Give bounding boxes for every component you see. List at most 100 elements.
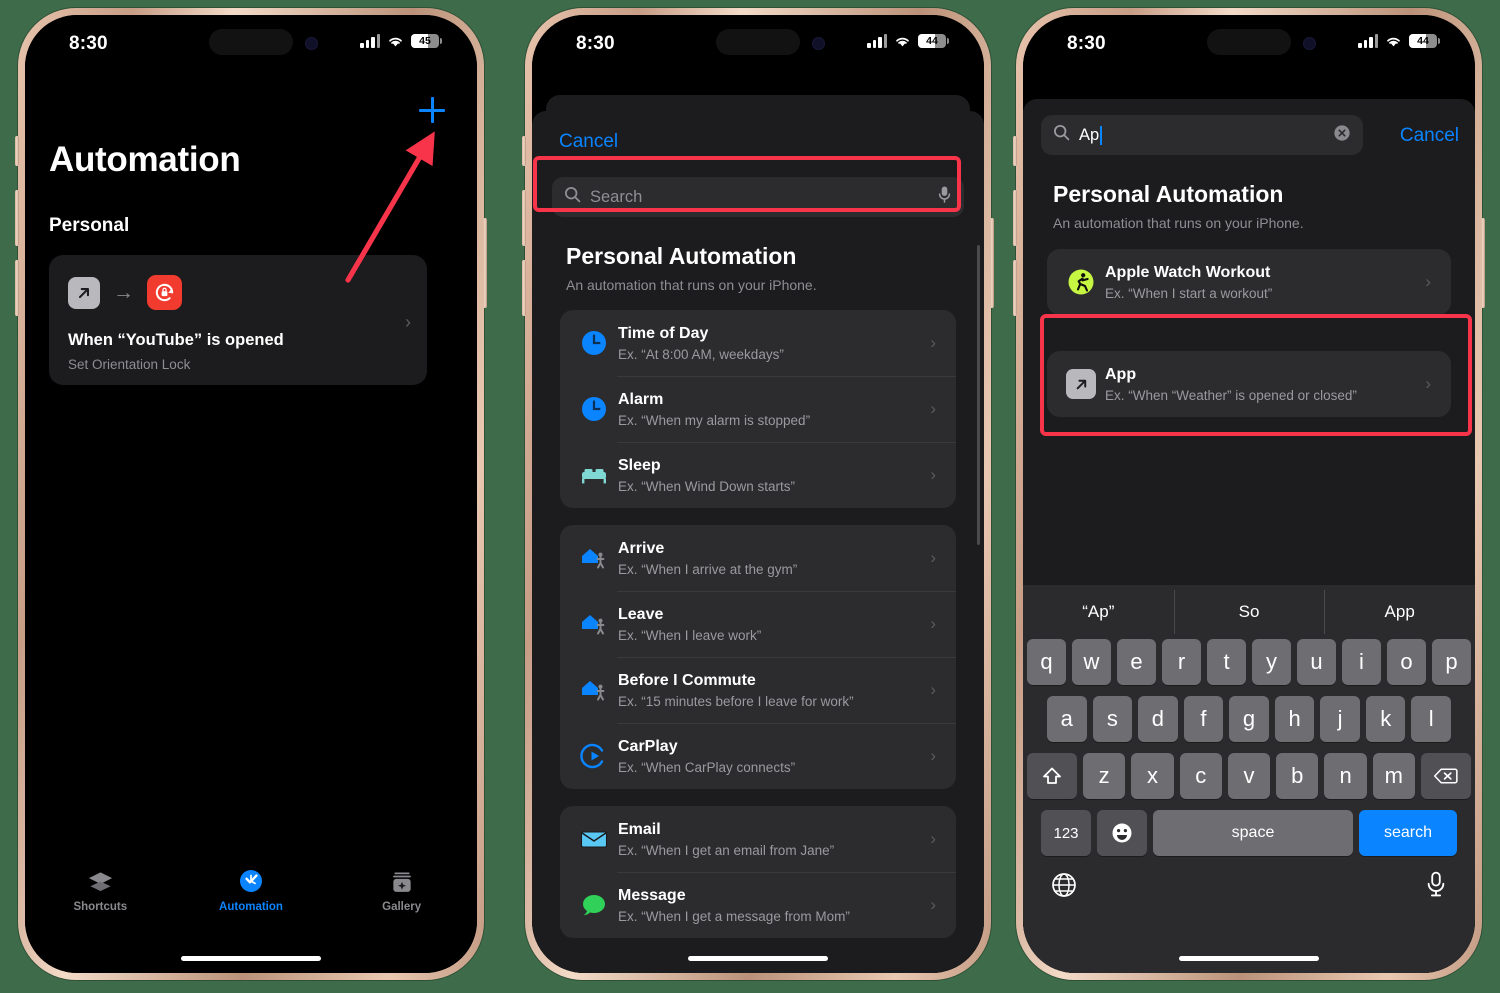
- list-item[interactable]: Before I Commute Ex. “15 minutes before …: [560, 657, 956, 723]
- key-j[interactable]: j: [1320, 696, 1360, 742]
- cellular-signal-icon: [1358, 33, 1378, 48]
- power-button[interactable]: [990, 218, 994, 308]
- key-u[interactable]: u: [1297, 639, 1336, 685]
- key-b[interactable]: b: [1276, 753, 1319, 799]
- home-leave-icon: [570, 610, 618, 638]
- workout-runner-icon: [1057, 267, 1105, 297]
- cancel-button[interactable]: Cancel: [1400, 125, 1459, 147]
- search-field[interactable]: Search: [552, 177, 964, 217]
- key-k[interactable]: k: [1365, 696, 1406, 742]
- search-input[interactable]: Ap: [1079, 125, 1324, 145]
- gallery-sparkle-icon: [390, 869, 414, 895]
- volume-up-button[interactable]: [1013, 190, 1017, 246]
- home-arrive-icon: [570, 544, 618, 572]
- add-automation-button[interactable]: [415, 93, 449, 127]
- home-indicator[interactable]: [1179, 956, 1319, 961]
- list-item[interactable]: Time of Day Ex. “At 8:00 AM, weekdays” ›: [560, 310, 956, 376]
- wifi-icon: [387, 35, 404, 48]
- numbers-key[interactable]: 123: [1041, 810, 1091, 856]
- search-field[interactable]: Ap: [1041, 115, 1363, 155]
- tab-label: Gallery: [382, 901, 422, 913]
- chevron-right-icon: ›: [930, 895, 936, 914]
- key-v[interactable]: v: [1227, 753, 1271, 799]
- list-item[interactable]: Sleep Ex. “When Wind Down starts” ›: [560, 442, 956, 508]
- list-item[interactable]: Email Ex. “When I get an email from Jane…: [560, 806, 956, 872]
- globe-icon[interactable]: [1051, 872, 1077, 903]
- mute-switch[interactable]: [522, 136, 526, 166]
- key-o[interactable]: o: [1387, 639, 1426, 685]
- emoji-smiley-icon[interactable]: [1097, 810, 1147, 856]
- power-button[interactable]: [483, 218, 487, 308]
- wifi-icon: [1385, 35, 1402, 48]
- clear-circle-icon[interactable]: [1333, 124, 1351, 147]
- automation-card[interactable]: → When “YouTube” is opened Set Orientati…: [49, 255, 427, 385]
- volume-down-button[interactable]: [15, 260, 19, 316]
- volume-down-button[interactable]: [522, 260, 526, 316]
- list-item[interactable]: Apple Watch Workout Ex. “When I start a …: [1047, 249, 1451, 315]
- mute-switch[interactable]: [15, 136, 19, 166]
- volume-up-button[interactable]: [522, 190, 526, 246]
- cancel-button[interactable]: Cancel: [559, 131, 618, 153]
- key-e[interactable]: e: [1117, 639, 1156, 685]
- list-item[interactable]: CarPlay Ex. “When CarPlay connects” ›: [560, 723, 956, 789]
- key-r[interactable]: r: [1162, 639, 1201, 685]
- layers-icon: [87, 869, 114, 895]
- list-item[interactable]: Arrive Ex. “When I arrive at the gym” ›: [560, 525, 956, 591]
- list-item-app[interactable]: App Ex. “When “Weather” is opened or clo…: [1047, 351, 1451, 417]
- microphone-icon[interactable]: [937, 185, 952, 209]
- scrollbar[interactable]: [977, 245, 980, 545]
- search-sheet: Ap Cancel Personal Automation An automat…: [1023, 99, 1475, 973]
- automation-type-picker-screen: 8:30 44 Cancel Search Personal Automatio…: [532, 15, 984, 973]
- chevron-right-icon: ›: [1425, 374, 1431, 393]
- prediction-2[interactable]: So: [1173, 590, 1325, 634]
- home-indicator[interactable]: [688, 956, 828, 961]
- shift-up-icon[interactable]: [1027, 753, 1078, 799]
- key-w[interactable]: w: [1072, 639, 1111, 685]
- prediction-3[interactable]: App: [1324, 590, 1475, 634]
- space-key[interactable]: space: [1153, 810, 1353, 856]
- list-item[interactable]: Leave Ex. “When I leave work” ›: [560, 591, 956, 657]
- key-p[interactable]: p: [1432, 639, 1471, 685]
- automation-subtitle: Set Orientation Lock: [68, 357, 191, 372]
- key-f[interactable]: f: [1183, 696, 1224, 742]
- keyboard-row-2: a s d f g h j k l: [1027, 696, 1471, 742]
- list-item[interactable]: Alarm Ex. “When my alarm is stopped” ›: [560, 376, 956, 442]
- key-a[interactable]: a: [1046, 696, 1087, 742]
- automation-search-screen: 8:30 44 Ap Cancel Personal Automation An…: [1023, 15, 1475, 973]
- search-return-key[interactable]: search: [1359, 810, 1457, 856]
- key-c[interactable]: c: [1179, 753, 1222, 799]
- volume-up-button[interactable]: [15, 190, 19, 246]
- volume-down-button[interactable]: [1013, 260, 1017, 316]
- key-q[interactable]: q: [1027, 639, 1066, 685]
- key-h[interactable]: h: [1274, 696, 1315, 742]
- type-list: Personal Automation An automation that r…: [532, 229, 984, 973]
- list-item[interactable]: Message Ex. “When I get a message from M…: [560, 872, 956, 938]
- key-m[interactable]: m: [1372, 753, 1415, 799]
- key-z[interactable]: z: [1083, 753, 1126, 799]
- tab-gallery[interactable]: Gallery: [347, 869, 457, 913]
- key-d[interactable]: d: [1138, 696, 1178, 742]
- key-y[interactable]: y: [1252, 639, 1291, 685]
- chevron-right-icon: ›: [930, 746, 936, 765]
- screenshot-stage: 8:30 45 Automation Personal → When “YouT…: [0, 0, 1500, 993]
- key-t[interactable]: t: [1207, 639, 1246, 685]
- backspace-icon[interactable]: [1420, 753, 1471, 799]
- key-x[interactable]: x: [1131, 753, 1174, 799]
- key-i[interactable]: i: [1342, 639, 1381, 685]
- tab-shortcuts[interactable]: Shortcuts: [45, 869, 155, 913]
- front-camera-dot: [305, 37, 319, 50]
- status-bar-2: 8:30 44: [532, 15, 984, 77]
- mute-switch[interactable]: [1013, 136, 1017, 166]
- key-s[interactable]: s: [1092, 696, 1133, 742]
- key-n[interactable]: n: [1324, 753, 1367, 799]
- power-button[interactable]: [1481, 218, 1485, 308]
- home-indicator[interactable]: [181, 956, 321, 961]
- app-launch-icon: [68, 276, 100, 309]
- tab-automation[interactable]: Automation: [196, 869, 306, 913]
- microphone-icon[interactable]: [1425, 871, 1447, 903]
- key-l[interactable]: l: [1411, 696, 1452, 742]
- keyboard-row-3: z x c v b n m: [1027, 753, 1471, 799]
- orientation-lock-icon: [147, 275, 182, 310]
- key-g[interactable]: g: [1229, 696, 1269, 742]
- prediction-1[interactable]: “Ap”: [1023, 602, 1174, 622]
